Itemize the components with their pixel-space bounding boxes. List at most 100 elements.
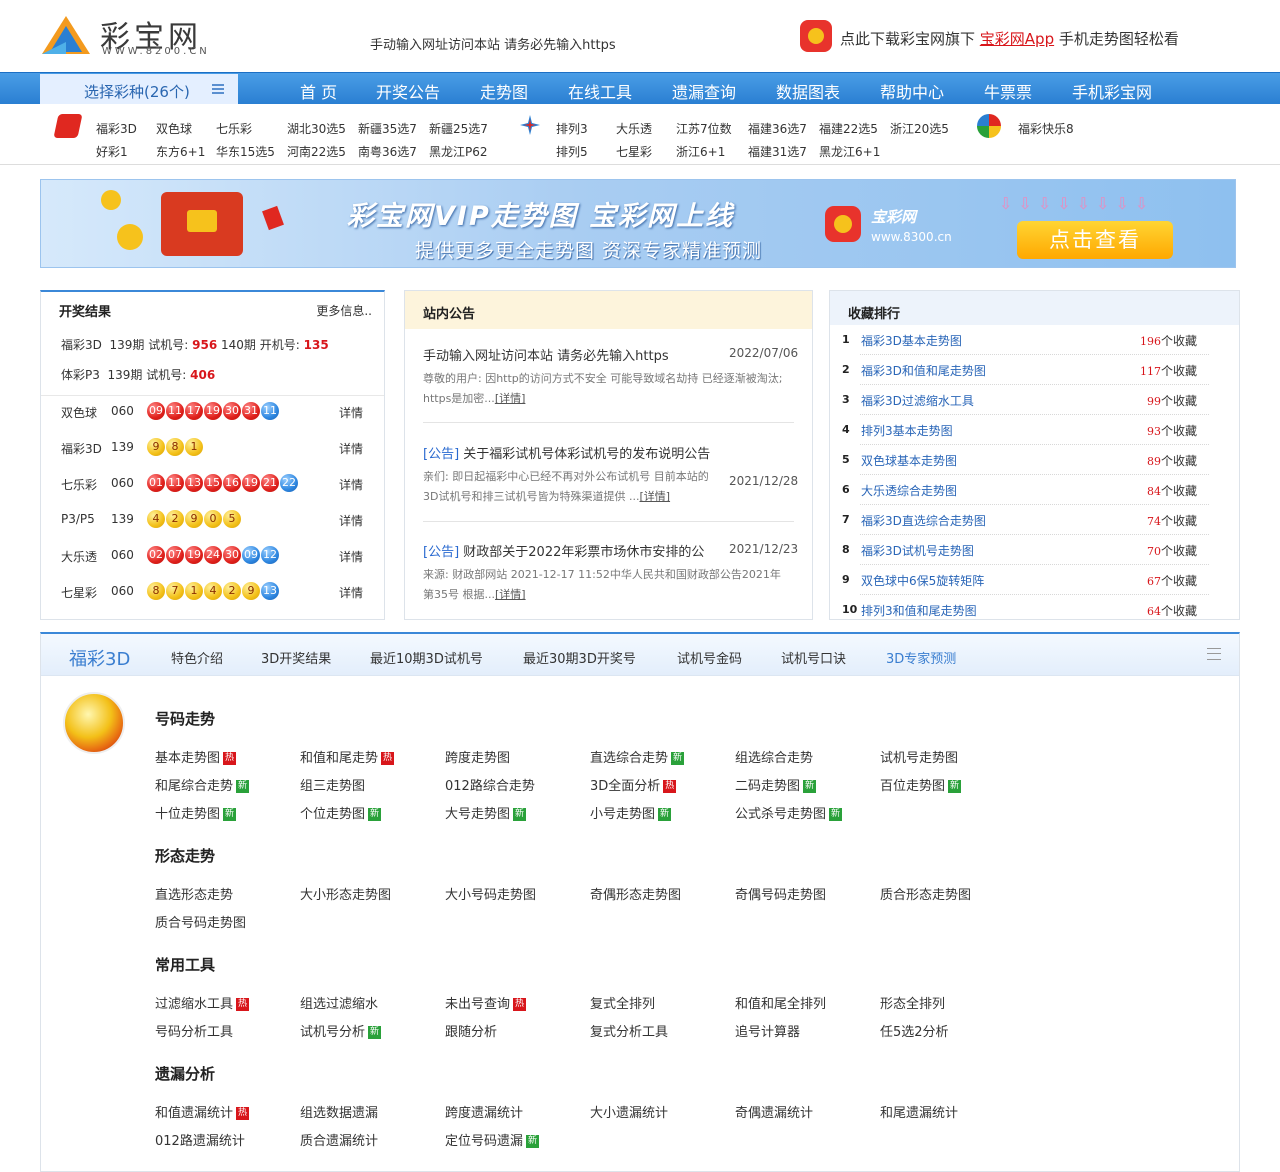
tool-link[interactable]: 试机号分析新 xyxy=(300,1021,382,1040)
tool-link[interactable]: 二码走势图新 xyxy=(735,775,817,794)
tool-link[interactable]: 组三走势图 xyxy=(300,775,365,794)
tool-link[interactable]: 奇偶形态走势图 xyxy=(590,884,681,903)
lottery-link[interactable]: 好彩1 xyxy=(96,143,128,160)
rank-chart-link[interactable]: 福彩3D和值和尾走势图 xyxy=(861,362,986,379)
tool-link[interactable]: 公式杀号走势图新 xyxy=(735,803,843,822)
tool-link[interactable]: 大号走势图新 xyxy=(445,803,527,822)
tool-link[interactable]: 和值和尾全排列 xyxy=(735,993,826,1012)
lottery-link[interactable]: 新疆35选7 xyxy=(358,120,417,137)
more-info-link[interactable]: 更多信息.. xyxy=(316,302,372,319)
tool-link[interactable]: 跨度走势图 xyxy=(445,747,510,766)
tool-link[interactable]: 和值遗漏统计热 xyxy=(155,1102,250,1121)
rank-chart-link[interactable]: 双色球中6保5旋转矩阵 xyxy=(861,572,984,589)
tool-link[interactable]: 组选过滤缩水 xyxy=(300,993,378,1012)
tool-link[interactable]: 质合形态走势图 xyxy=(880,884,971,903)
lottery-link[interactable]: 华东15选5 xyxy=(216,143,275,160)
ranking-row[interactable]: 7 福彩3D直选综合走势图 74个收藏 xyxy=(830,505,1239,535)
tab-recent-30-draws[interactable]: 最近30期3D开奖号 xyxy=(523,648,636,667)
fc3d-title[interactable]: 福彩3D xyxy=(69,645,130,671)
tool-link[interactable]: 跟随分析 xyxy=(445,1021,497,1040)
tool-link[interactable]: 过滤缩水工具热 xyxy=(155,993,250,1012)
tool-link[interactable]: 012路综合走势 xyxy=(445,775,535,794)
tool-link[interactable]: 十位走势图新 xyxy=(155,803,237,822)
app-icon[interactable] xyxy=(800,20,832,52)
lottery-link[interactable]: 黑龙江P62 xyxy=(429,143,488,160)
announcement-title[interactable]: [公告] 关于福彩试机号体彩试机号的发布说明公告 xyxy=(423,443,710,462)
ranking-row[interactable]: 4 排列3基本走势图 93个收藏 xyxy=(830,415,1239,445)
lottery-link[interactable]: 江苏7位数 xyxy=(676,120,732,137)
lottery-link[interactable]: 排列3 xyxy=(556,120,588,137)
detail-link[interactable]: 详情 xyxy=(339,512,363,529)
nav-online-tools[interactable]: 在线工具 xyxy=(568,79,632,103)
tool-link[interactable]: 追号计算器 xyxy=(735,1021,800,1040)
tool-link[interactable]: 未出号查询热 xyxy=(445,993,527,1012)
lottery-link[interactable]: 福彩3D xyxy=(96,120,137,137)
tab-3d-results[interactable]: 3D开奖结果 xyxy=(261,648,331,667)
lottery-link[interactable]: 黑龙江6+1 xyxy=(819,143,880,160)
detail-link[interactable]: 详情 xyxy=(339,440,363,457)
lottery-link[interactable]: 七星彩 xyxy=(616,143,652,160)
detail-link[interactable]: 详情 xyxy=(339,404,363,421)
lottery-link[interactable]: 大乐透 xyxy=(616,120,652,137)
nav-missing-query[interactable]: 遗漏查询 xyxy=(672,79,736,103)
announcement-title[interactable]: 手动输入网址访问本站 请务必先输入https xyxy=(423,345,669,364)
tool-link[interactable]: 012路遗漏统计 xyxy=(155,1130,245,1149)
tool-link[interactable]: 跨度遗漏统计 xyxy=(445,1102,523,1121)
lottery-link[interactable]: 双色球 xyxy=(156,120,192,137)
tool-link[interactable]: 任5选2分析 xyxy=(880,1021,949,1040)
tool-link[interactable]: 奇偶遗漏统计 xyxy=(735,1102,813,1121)
tool-link[interactable]: 质合遗漏统计 xyxy=(300,1130,378,1149)
tool-link[interactable]: 试机号走势图 xyxy=(880,747,958,766)
menu-icon[interactable] xyxy=(1207,648,1221,660)
tool-link[interactable]: 质合号码走势图 xyxy=(155,912,246,931)
tool-link[interactable]: 奇偶号码走势图 xyxy=(735,884,826,903)
tool-link[interactable]: 形态全排列 xyxy=(880,993,945,1012)
tool-link[interactable]: 3D全面分析热 xyxy=(590,775,677,794)
tool-link[interactable]: 直选综合走势新 xyxy=(590,747,685,766)
rank-chart-link[interactable]: 排列3和值和尾走势图 xyxy=(861,602,977,619)
lottery-link[interactable]: 福建22选5 xyxy=(819,120,878,137)
lottery-link[interactable]: 福建36选7 xyxy=(748,120,807,137)
tool-link[interactable]: 定位号码遗漏新 xyxy=(445,1130,540,1149)
tool-link[interactable]: 号码分析工具 xyxy=(155,1021,233,1040)
tool-link[interactable]: 和尾遗漏统计 xyxy=(880,1102,958,1121)
tool-link[interactable]: 大小号码走势图 xyxy=(445,884,536,903)
announcement-detail-link[interactable]: [详情] xyxy=(639,490,670,503)
tool-link[interactable]: 个位走势图新 xyxy=(300,803,382,822)
ranking-row[interactable]: 9 双色球中6保5旋转矩阵 67个收藏 xyxy=(830,565,1239,595)
nav-announcements[interactable]: 开奖公告 xyxy=(376,79,440,103)
rank-chart-link[interactable]: 福彩3D基本走势图 xyxy=(861,332,962,349)
detail-link[interactable]: 详情 xyxy=(339,476,363,493)
lottery-link[interactable]: 湖北30选5 xyxy=(287,120,346,137)
tab-expert-forecast[interactable]: 3D专家预测 xyxy=(886,648,956,667)
ranking-row[interactable]: 3 福彩3D过滤缩水工具 99个收藏 xyxy=(830,385,1239,415)
tool-link[interactable]: 大小遗漏统计 xyxy=(590,1102,668,1121)
ranking-row[interactable]: 5 双色球基本走势图 89个收藏 xyxy=(830,445,1239,475)
rank-chart-link[interactable]: 排列3基本走势图 xyxy=(861,422,953,439)
announcement-title[interactable]: [公告] 财政部关于2022年彩票市场休市安排的公 xyxy=(423,541,723,560)
nav-help[interactable]: 帮助中心 xyxy=(880,79,944,103)
lottery-link[interactable]: 排列5 xyxy=(556,143,588,160)
tool-link[interactable]: 和值和尾走势热 xyxy=(300,747,395,766)
lottery-link[interactable]: 新疆25选7 xyxy=(429,120,488,137)
lottery-link[interactable]: 浙江20选5 xyxy=(890,120,949,137)
rank-chart-link[interactable]: 福彩3D直选综合走势图 xyxy=(861,512,986,529)
detail-link[interactable]: 详情 xyxy=(339,548,363,565)
nav-mobile[interactable]: 手机彩宝网 xyxy=(1072,79,1152,103)
vip-banner[interactable]: 彩宝网VIP走势图 宝彩网上线 提供更多更全走势图 资深专家精准预测 宝彩网 w… xyxy=(40,179,1236,268)
ranking-row[interactable]: 6 大乐透综合走势图 84个收藏 xyxy=(830,475,1239,505)
tool-link[interactable]: 复式分析工具 xyxy=(590,1021,668,1040)
lottery-type-select[interactable]: 选择彩种(26个) xyxy=(40,74,238,104)
nav-niupiaopiao[interactable]: 牛票票 xyxy=(984,79,1032,103)
tool-link[interactable]: 组选数据遗漏 xyxy=(300,1102,378,1121)
tool-link[interactable]: 基本走势图热 xyxy=(155,747,237,766)
tool-link[interactable]: 复式全排列 xyxy=(590,993,655,1012)
nav-trend-charts[interactable]: 走势图 xyxy=(480,79,528,103)
tab-intro[interactable]: 特色介绍 xyxy=(171,648,223,667)
lottery-link[interactable]: 河南22选5 xyxy=(287,143,346,160)
nav-data-charts[interactable]: 数据图表 xyxy=(776,79,840,103)
rank-chart-link[interactable]: 大乐透综合走势图 xyxy=(861,482,957,499)
tab-test-formula[interactable]: 试机号口诀 xyxy=(781,648,846,667)
tool-link[interactable]: 直选形态走势 xyxy=(155,884,233,903)
ranking-row[interactable]: 10 排列3和值和尾走势图 64个收藏 xyxy=(830,595,1239,625)
